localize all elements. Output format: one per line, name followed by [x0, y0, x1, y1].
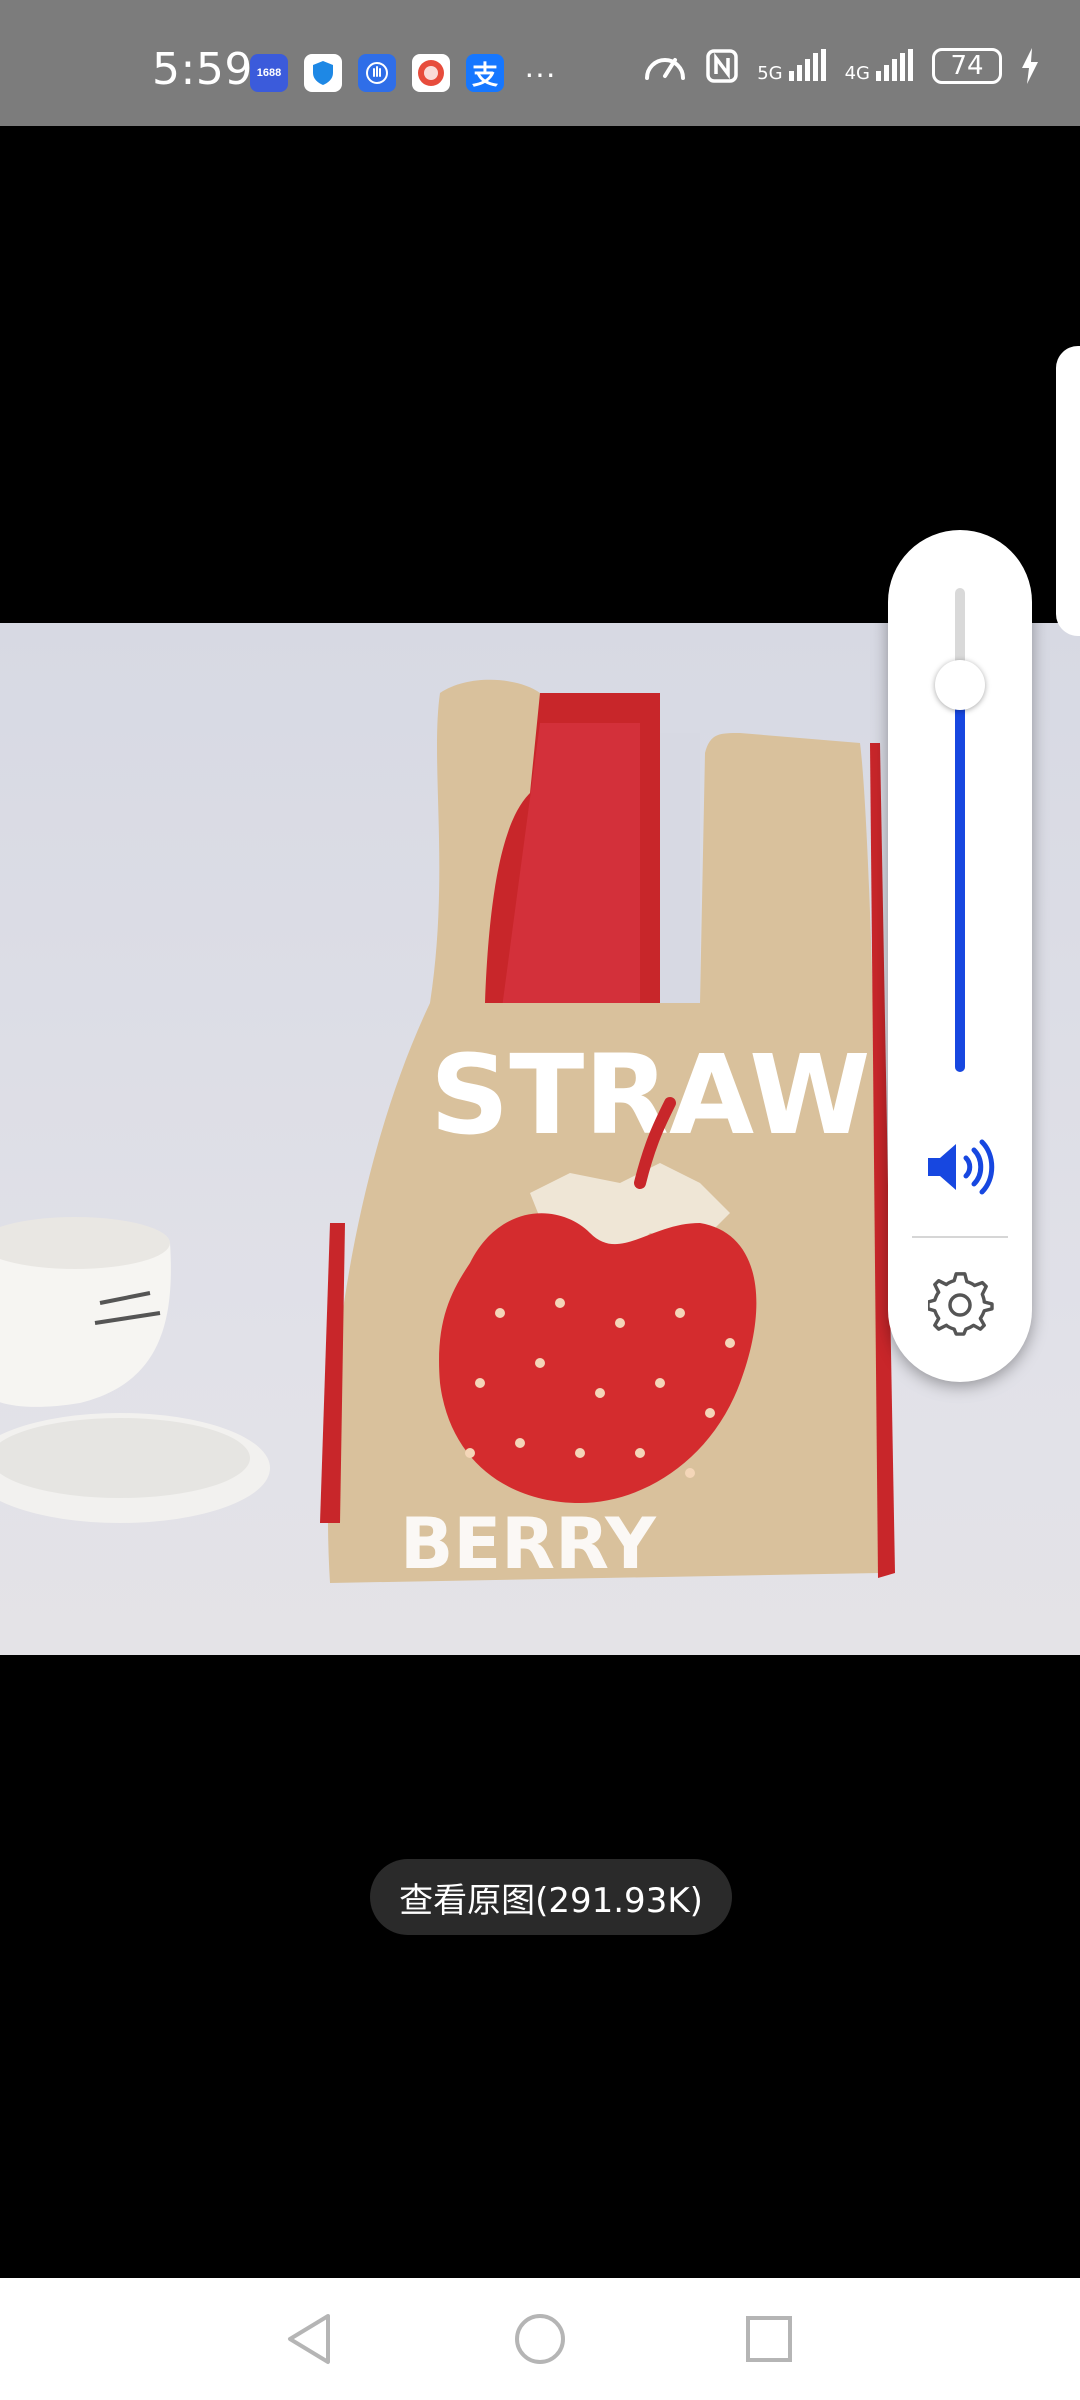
notification-icons: 1688 支 ··· — [250, 54, 556, 92]
recents-button[interactable] — [738, 2308, 800, 2370]
network-5g-label: 5G — [757, 63, 783, 84]
shield-app-icon — [304, 54, 342, 92]
volume-panel — [888, 530, 1032, 1382]
home-button[interactable] — [509, 2308, 571, 2370]
back-button[interactable] — [278, 2308, 340, 2370]
signal-5g: 5G — [757, 49, 826, 83]
volume-slider-thumb[interactable] — [935, 659, 985, 710]
screen: 5:59 1688 支 ··· 5G 4G 74 STRAW BERRY 查看原… — [0, 0, 1080, 2400]
network-4g-label: 4G — [844, 63, 870, 84]
alipay-app-icon: 支 — [466, 54, 504, 92]
status-bar: 5:59 1688 支 ··· 5G 4G 74 — [0, 0, 1080, 126]
signal-4g: 4G — [845, 49, 914, 83]
side-edge-panel[interactable] — [1056, 346, 1080, 636]
more-notifications-indicator: ··· — [524, 55, 556, 91]
battery-level: 74 — [950, 51, 984, 81]
view-original-button[interactable]: 查看原图(291.93K) — [370, 1859, 732, 1935]
bag-text-berry: BERRY — [400, 1503, 657, 1585]
speaker-icon[interactable] — [924, 1136, 996, 1198]
signal-bars-icon — [788, 49, 826, 81]
volume-slider-fill — [955, 684, 965, 1072]
alipay-app-icon-label: 支 — [471, 59, 498, 90]
speedometer-icon — [645, 58, 686, 80]
1688-app-icon-label: 1688 — [256, 67, 282, 79]
lottery-app-icon — [412, 54, 450, 92]
view-original-label: 查看原图(291.93K) — [399, 1880, 703, 1921]
battery-indicator: 74 — [932, 48, 1002, 84]
signal-bars-icon — [876, 49, 913, 81]
gear-icon[interactable] — [928, 1272, 994, 1338]
hand-app-icon — [358, 54, 396, 92]
navigation-bar — [0, 2278, 1080, 2400]
status-time: 5:59 — [152, 44, 253, 95]
1688-app-icon: 1688 — [250, 54, 288, 92]
nfc-icon — [706, 49, 738, 83]
volume-panel-divider — [912, 1236, 1008, 1238]
system-status-icons: 5G 4G 74 — [643, 48, 1040, 84]
charging-bolt-icon — [1022, 48, 1038, 84]
